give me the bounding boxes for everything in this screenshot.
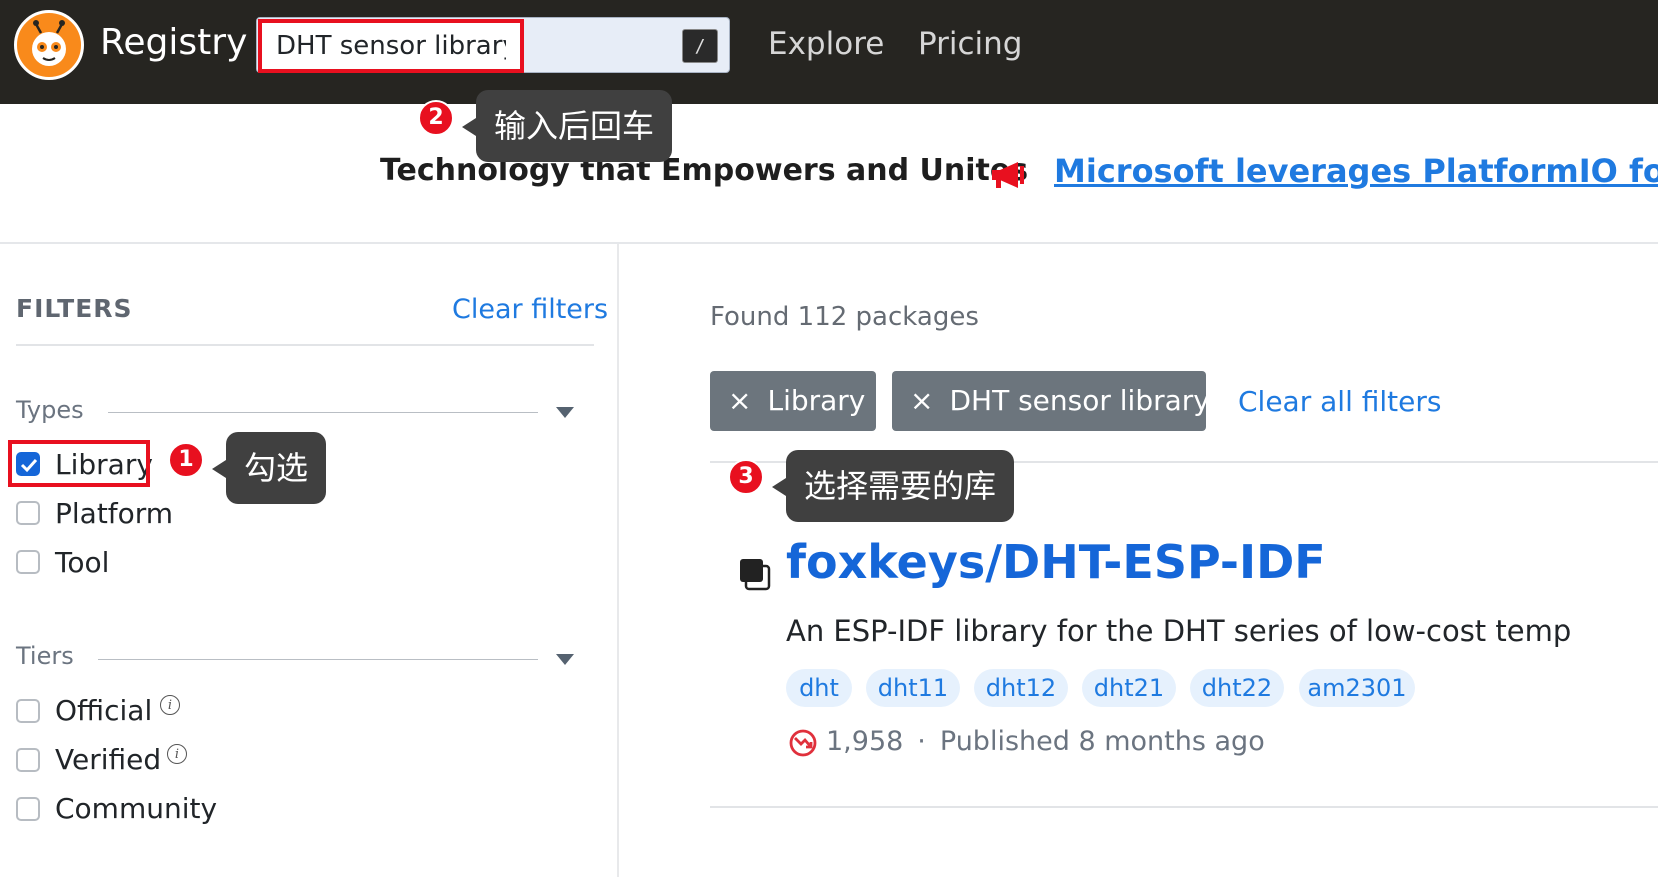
types-group-title[interactable]: Types: [16, 396, 84, 424]
annotation-marker-2: 2: [418, 100, 454, 136]
filter-chip-label: DHT sensor library: [949, 384, 1210, 417]
type-platform-checkbox[interactable]: [16, 501, 40, 525]
search-input[interactable]: [258, 19, 524, 73]
nav-explore[interactable]: Explore: [768, 26, 884, 62]
annotation-tooltip-2: 输入后回车: [461, 90, 673, 162]
clear-filters-link[interactable]: Clear filters: [452, 294, 608, 325]
type-tool-checkbox[interactable]: [16, 550, 40, 574]
library-package-icon: [738, 556, 772, 596]
annotation-marker-3: 3: [728, 459, 764, 495]
tier-verified-label[interactable]: Verified: [55, 743, 161, 776]
filter-chip-library[interactable]: × Library: [710, 371, 876, 431]
filters-heading: FILTERS: [16, 294, 133, 323]
types-group-line: [108, 412, 538, 413]
official-info-icon[interactable]: i: [160, 695, 180, 715]
banner-news-link[interactable]: Microsoft leverages PlatformIO fo: [1054, 152, 1658, 190]
package-title-link[interactable]: foxkeys/DHT-ESP-IDF: [786, 535, 1326, 589]
package-downloads: 1,958: [826, 726, 904, 757]
platformio-logo-icon[interactable]: [14, 10, 84, 80]
package-tag[interactable]: dht22: [1190, 669, 1284, 707]
package-meta: 1,958 · Published 8 months ago: [826, 726, 1265, 757]
tier-official-checkbox[interactable]: [16, 699, 40, 723]
package-tag[interactable]: dht11: [866, 669, 960, 707]
tier-community-checkbox[interactable]: [16, 797, 40, 821]
tiers-group-title[interactable]: Tiers: [16, 642, 74, 670]
filter-chip-label: Library: [767, 384, 866, 417]
package-tag[interactable]: dht12: [974, 669, 1068, 707]
meta-separator: ·: [917, 726, 926, 757]
close-icon[interactable]: ×: [728, 384, 751, 417]
tiers-collapse-caret-icon[interactable]: [556, 654, 574, 665]
tier-verified-checkbox[interactable]: [16, 748, 40, 772]
tier-official-label[interactable]: Official: [55, 694, 152, 727]
tier-community-label[interactable]: Community: [55, 792, 217, 825]
results-count: Found 112 packages: [710, 302, 979, 332]
search-shortcut-key: /: [682, 29, 718, 63]
verified-info-icon[interactable]: i: [167, 744, 187, 764]
annotation-tooltip-1: 勾选: [211, 432, 327, 504]
annotation-marker-1: 1: [168, 442, 204, 478]
banner-divider: [0, 242, 1658, 244]
types-collapse-caret-icon[interactable]: [556, 407, 574, 418]
tiers-group-line: [98, 659, 538, 660]
downloads-trend-icon: [788, 728, 818, 762]
clear-all-filters-link[interactable]: Clear all filters: [1238, 385, 1441, 418]
annotation-tooltip-3: 选择需要的库: [771, 450, 1015, 522]
brand-name[interactable]: Registry: [100, 22, 247, 63]
package-tag[interactable]: dht: [786, 669, 852, 707]
type-tool-label[interactable]: Tool: [55, 546, 109, 579]
megaphone-icon: [990, 160, 1028, 194]
filters-divider: [16, 344, 594, 346]
library-highlight-box: [8, 440, 150, 487]
package-tag[interactable]: dht21: [1082, 669, 1176, 707]
package-published: Published 8 months ago: [939, 726, 1265, 757]
sidebar-divider: [617, 244, 619, 877]
filter-chip-search[interactable]: × DHT sensor library: [892, 371, 1210, 431]
package-tag[interactable]: am2301: [1299, 669, 1415, 707]
package-description: An ESP-IDF library for the DHT series of…: [786, 614, 1572, 648]
close-icon[interactable]: ×: [910, 384, 933, 417]
results-bottom-divider: [710, 806, 1658, 808]
nav-pricing[interactable]: Pricing: [918, 26, 1023, 62]
banner-text: Technology that Empowers and Unites: [380, 153, 1029, 188]
type-platform-label[interactable]: Platform: [55, 497, 173, 530]
